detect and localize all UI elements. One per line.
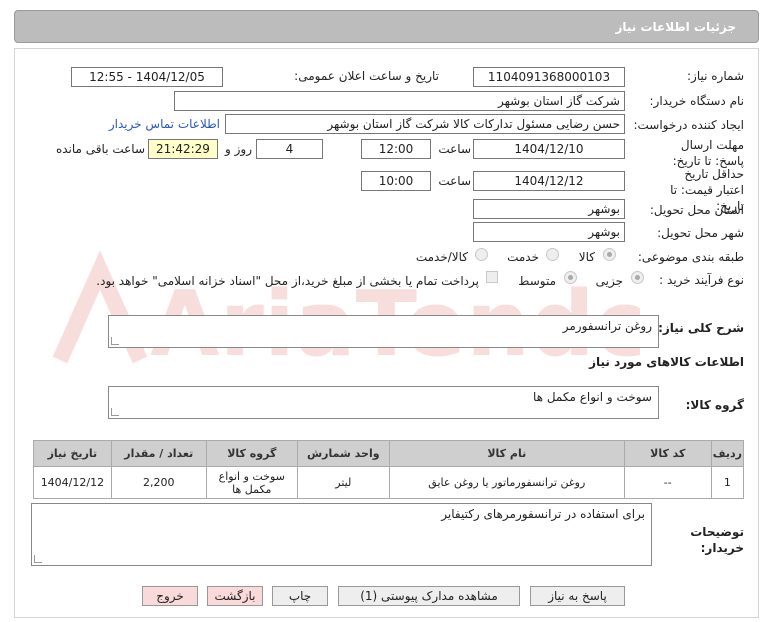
need-number-value: 1104091368000103: [473, 67, 625, 87]
resize-grip-icon[interactable]: [34, 555, 42, 563]
purchase-type-label: نوع فرآیند خرید :: [659, 273, 744, 287]
goods-group-label: گروه کالا:: [685, 398, 744, 412]
purchase-radio-medium[interactable]: [564, 271, 577, 284]
city-label: شهر محل تحویل:: [657, 226, 744, 240]
category-option-goods-service: کالا/خدمت: [415, 250, 468, 264]
cell-goods-code: --: [623, 466, 712, 499]
purchase-option-medium: متوسط: [518, 274, 556, 288]
announce-datetime-value: 1404/12/05 - 12:55: [71, 67, 223, 87]
page-title: جزئیات اطلاعات نیاز: [615, 20, 736, 34]
province-value: بوشهر: [473, 199, 625, 219]
cell-unit: لیتر: [296, 466, 390, 499]
cell-goods-group: سوخت و انواع مکمل ها: [205, 466, 298, 499]
requester-label: ایجاد کننده درخواست:: [633, 118, 744, 132]
category-radio-goods-service[interactable]: [475, 248, 488, 261]
col-unit: واحد شمارش: [296, 440, 390, 467]
cell-row-number: 1: [710, 466, 745, 499]
reply-date-value: 1404/12/10: [473, 139, 625, 159]
col-need-date: تاریخ نیاز: [33, 440, 112, 467]
validity-time-value: 10:00: [361, 171, 431, 191]
treasury-payment-checkbox[interactable]: [486, 271, 498, 283]
col-row-number: ردیف: [710, 440, 745, 467]
resize-grip-icon[interactable]: [111, 337, 119, 345]
table-header-row: ردیف کد کالا نام کالا واحد شمارش گروه کا…: [33, 440, 745, 467]
goods-group-text: سوخت و انواع مکمل ها: [533, 390, 652, 404]
col-goods-group: گروه کالا: [205, 440, 298, 467]
category-label: طبقه بندی موضوعی:: [637, 250, 744, 264]
page-header: جزئیات اطلاعات نیاز: [14, 10, 759, 43]
resize-grip-icon[interactable]: [111, 408, 119, 416]
buyer-notes-label: توضیحات خریدار:: [690, 525, 744, 555]
remaining-time-value: 21:42:29: [148, 139, 218, 159]
buyer-org-value: شرکت گاز استان بوشهر: [174, 91, 625, 111]
goods-table: ردیف کد کالا نام کالا واحد شمارش گروه کا…: [33, 440, 745, 499]
reply-time-value: 12:00: [361, 139, 431, 159]
province-label: استان محل تحویل:: [649, 203, 744, 217]
buyer-org-label: نام دستگاه خریدار:: [649, 94, 745, 108]
back-button[interactable]: بازگشت: [207, 586, 263, 606]
print-button[interactable]: چاپ: [272, 586, 328, 606]
day-and-label: روز و: [225, 142, 252, 156]
reply-deadline-label: مهلت ارسال پاسخ: تا تاریخ:: [672, 138, 744, 168]
view-attachments-button[interactable]: مشاهده مدارک پیوستی (1): [338, 586, 520, 606]
announce-datetime-label: تاریخ و ساعت اعلان عمومی:: [294, 69, 439, 83]
city-value: بوشهر: [473, 222, 625, 242]
buyer-notes-text: برای استفاده در ترانسفورمرهای رکتیفایر: [441, 507, 645, 521]
buyer-contact-link[interactable]: اطلاعات تماس خریدار: [109, 117, 220, 131]
validity-date-value: 1404/12/12: [473, 171, 625, 191]
category-option-service: خدمت: [507, 250, 539, 264]
days-remaining-value: 4: [256, 139, 323, 159]
reply-time-label: ساعت: [438, 142, 471, 156]
table-row: 1 -- روغن ترانسفورماتور یا روغن عایق لیت…: [33, 466, 745, 499]
reply-button[interactable]: پاسخ به نیاز: [530, 586, 625, 606]
exit-button[interactable]: خروج: [142, 586, 198, 606]
buyer-notes-textarea[interactable]: برای استفاده در ترانسفورمرهای رکتیفایر: [31, 503, 652, 566]
cell-need-date: 1404/12/12: [33, 466, 112, 499]
cell-goods-name: روغن ترانسفورماتور یا روغن عایق: [388, 466, 625, 499]
category-radio-goods[interactable]: [603, 248, 616, 261]
col-goods-code: کد کالا: [623, 440, 712, 467]
cell-quantity: 2,200: [110, 466, 207, 499]
description-text: روغن ترانسفورمر: [562, 319, 652, 333]
category-option-goods: کالا: [578, 250, 595, 264]
remaining-label: ساعت باقی مانده: [55, 142, 145, 156]
requester-value: حسن رضایی مسئول تدارکات کالا شرکت گاز اس…: [225, 114, 625, 134]
purchase-radio-minor[interactable]: [631, 271, 644, 284]
col-quantity: تعداد / مقدار: [110, 440, 207, 467]
description-label: شرح کلی نیاز:: [658, 321, 744, 335]
purchase-option-minor: جزیی: [595, 274, 623, 288]
goods-group-textarea[interactable]: سوخت و انواع مکمل ها: [108, 386, 659, 419]
description-textarea[interactable]: روغن ترانسفورمر: [108, 315, 659, 348]
need-number-label: شماره نیاز:: [687, 69, 744, 83]
treasury-payment-note: پرداخت تمام یا بخشی از مبلغ خرید،از محل …: [96, 274, 479, 288]
col-goods-name: نام کالا: [388, 440, 625, 467]
validity-time-label: ساعت: [438, 174, 471, 188]
category-radio-service[interactable]: [546, 248, 559, 261]
goods-info-heading: اطلاعات کالاهای مورد نیاز: [589, 355, 744, 369]
